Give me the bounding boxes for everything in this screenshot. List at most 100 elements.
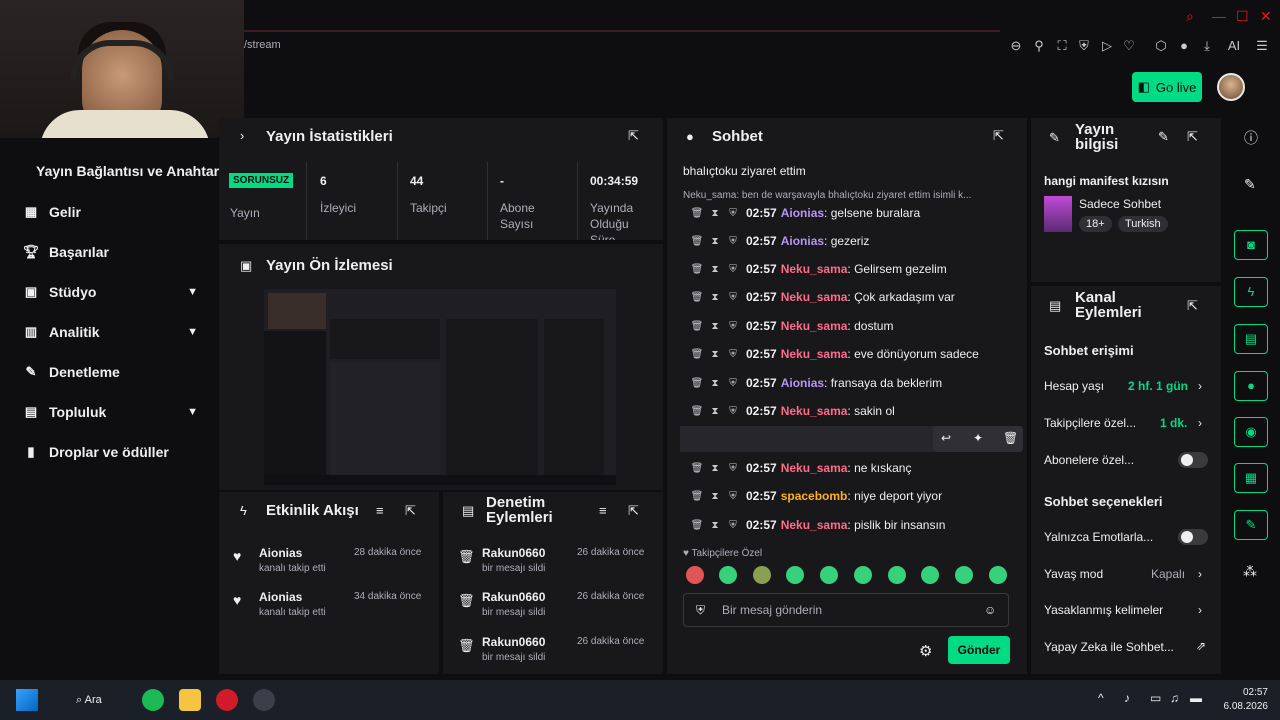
ai-button[interactable]: AI	[1222, 38, 1246, 54]
search-icon[interactable]: ⌕	[1186, 8, 1194, 25]
external-link-icon[interactable]: ⇗	[1196, 639, 1206, 653]
hourglass-icon[interactable]: ⧗	[706, 463, 724, 474]
zoom-icon[interactable]: ⊖	[1008, 38, 1024, 54]
filter-icon[interactable]: ≡	[376, 503, 384, 518]
message-user[interactable]: Aionias	[781, 206, 824, 220]
chevron-right-icon[interactable]: ›	[1198, 567, 1202, 581]
hourglass-icon[interactable]: ⧗	[706, 349, 724, 360]
app-icon[interactable]	[253, 689, 275, 711]
emote-icon[interactable]	[955, 566, 973, 584]
trash-icon[interactable]: 🗑︎	[688, 264, 706, 275]
emoji-icon[interactable]: ☺	[984, 603, 996, 617]
menu-icon[interactable]: ☰	[1254, 38, 1270, 54]
shield-icon[interactable]: ⛨	[724, 349, 742, 360]
message-user[interactable]: Aionias	[781, 234, 824, 248]
opera-icon[interactable]	[216, 689, 238, 711]
message-user[interactable]: Neku_sama	[781, 461, 848, 475]
shield-icon[interactable]: ⛨	[724, 264, 742, 275]
network-icon[interactable]: ▭	[1150, 691, 1161, 705]
chevron-right-icon[interactable]: ›	[1198, 603, 1202, 617]
mic-icon[interactable]: ♪	[1124, 691, 1130, 705]
chat-input[interactable]: Bir mesaj gönderin	[683, 593, 1009, 627]
emote-icon[interactable]	[820, 566, 838, 584]
battery-icon[interactable]: ▬	[1190, 691, 1202, 705]
message-user[interactable]: Neku_sama	[781, 319, 848, 333]
trash-icon[interactable]: 🗑︎	[688, 349, 706, 360]
shield-icon[interactable]: ⛨	[724, 463, 742, 474]
chat-message[interactable]: 🗑︎ ⧗ ⛨ 02:57 Aionias: gelsene buralara	[688, 204, 920, 222]
rail-document-button[interactable]: ▤	[1234, 324, 1268, 354]
shield-icon[interactable]: ⛨	[724, 491, 742, 502]
go-live-button[interactable]: ◧ Go live	[1132, 72, 1202, 102]
hourglass-icon[interactable]: ⧗	[706, 520, 724, 531]
chat-message[interactable]: 🗑︎ ⧗ ⛨ 02:57 Neku_sama: eve dönüyorum sadece	[688, 345, 979, 363]
slow-mode-row[interactable]: Yavaş mod	[1044, 567, 1103, 581]
sidebar-item-moderation[interactable]: ✎ Denetleme	[22, 362, 212, 382]
rail-list-button[interactable]: ▦	[1234, 463, 1268, 493]
sidebar-item-analytics[interactable]: ▥ Analitik ▼	[22, 322, 212, 342]
account-age-label[interactable]: Hesap yaşı	[1044, 379, 1104, 393]
subscribers-only-toggle[interactable]	[1178, 452, 1208, 468]
shield-icon[interactable]: ⛨	[724, 292, 742, 303]
popout-icon[interactable]: ⇱	[628, 128, 639, 144]
heart-icon[interactable]: ♡	[1121, 38, 1137, 54]
pencil-icon[interactable]: ✎	[1244, 176, 1256, 193]
avatar[interactable]	[1217, 73, 1245, 101]
hourglass-icon[interactable]: ⧗	[706, 292, 724, 303]
edit-icon[interactable]: ✎	[1158, 129, 1169, 145]
message-user[interactable]: spacebomb	[781, 489, 848, 503]
spotify-icon[interactable]	[142, 689, 164, 711]
file-explorer-icon[interactable]	[179, 689, 201, 711]
chat-message[interactable]: 🗑︎ ⧗ ⛨ 02:57 Neku_sama: Gelirsem gezelim	[688, 260, 947, 278]
message-user[interactable]: Aionias	[781, 376, 824, 390]
hourglass-icon[interactable]: ⧗	[706, 378, 724, 389]
shield-icon[interactable]: ⛨	[724, 321, 742, 332]
trash-icon[interactable]: 🗑︎	[688, 406, 706, 417]
popout-icon[interactable]: ⇱	[628, 503, 639, 519]
popout-icon[interactable]: ⇱	[993, 128, 1004, 144]
hourglass-icon[interactable]: ⧗	[706, 208, 724, 219]
shield-icon[interactable]: ⛨	[1076, 38, 1092, 54]
stream-preview-video[interactable]	[264, 289, 616, 485]
trash-icon[interactable]: 🗑︎	[688, 520, 706, 531]
popout-icon[interactable]: ⇱	[1187, 298, 1198, 314]
banned-words-row[interactable]: Yasaklanmış kelimeler	[1044, 603, 1163, 617]
emote-icon[interactable]	[888, 566, 906, 584]
close-icon[interactable]: ✕	[1260, 8, 1272, 25]
send-button[interactable]: Gönder	[948, 636, 1010, 664]
chat-message[interactable]: 🗑︎ ⧗ ⛨ 02:57 Neku_sama: pislik bir insansın	[688, 516, 946, 534]
hourglass-icon[interactable]: ⧗	[706, 406, 724, 417]
hourglass-icon[interactable]: ⧗	[706, 321, 724, 332]
taskbar-search[interactable]: ⌕ Ara	[64, 689, 120, 711]
windows-start-icon[interactable]	[16, 689, 38, 711]
trash-icon[interactable]: 🗑︎	[688, 236, 706, 247]
shield-icon[interactable]: ⛨	[724, 208, 742, 219]
tray-chevron-icon[interactable]: ^	[1098, 691, 1104, 705]
emote-icon[interactable]	[854, 566, 872, 584]
sidebar-item-community[interactable]: ▤ Topluluk ▼	[22, 402, 212, 422]
chat-message[interactable]: 🗑︎ ⧗ ⛨ 02:57 spacebomb: niye deport yiyor	[688, 487, 942, 505]
followers-only-row[interactable]: Takipçilere özel...	[1044, 416, 1136, 430]
sidebar-item-achievements[interactable]: 🏆︎ Başarılar	[22, 242, 212, 262]
chat-message[interactable]: 🗑︎ ⧗ ⛨ 02:57 Neku_sama: ne kıskanç	[688, 459, 912, 477]
filter-icon[interactable]: ≡	[599, 503, 607, 518]
download-icon[interactable]: ⤓	[1199, 38, 1215, 54]
trash-icon[interactable]: 🗑︎	[688, 321, 706, 332]
emote-icon[interactable]	[786, 566, 804, 584]
reply-icon[interactable]: ↩	[941, 431, 951, 445]
emote-icon[interactable]	[753, 566, 771, 584]
message-user[interactable]: Neku_sama	[781, 347, 848, 361]
hourglass-icon[interactable]: ⧗	[706, 236, 724, 247]
chat-message[interactable]: 🗑︎ ⧗ ⛨ 02:57 Neku_sama: Çok arkadaşım var	[688, 288, 955, 306]
hourglass-icon[interactable]: ⧗	[706, 264, 724, 275]
trash-icon[interactable]: 🗑︎	[688, 491, 706, 502]
rail-camera-button[interactable]: ◙	[1234, 230, 1268, 260]
chat-message[interactable]: 🗑︎ ⧗ ⛨ 02:57 Neku_sama: sakin ol	[688, 402, 895, 420]
sidebar-item-revenue[interactable]: ▦ Gelir	[22, 202, 212, 222]
sidebar-item-studio[interactable]: ▣ Stüdyo ▼	[22, 282, 212, 302]
emote-icon[interactable]	[989, 566, 1007, 584]
shield-icon[interactable]: ⛨	[724, 236, 742, 247]
message-user[interactable]: Neku_sama	[781, 262, 848, 276]
profile-icon[interactable]: ●	[1176, 38, 1192, 54]
cube-icon[interactable]: ⬡	[1153, 38, 1169, 54]
